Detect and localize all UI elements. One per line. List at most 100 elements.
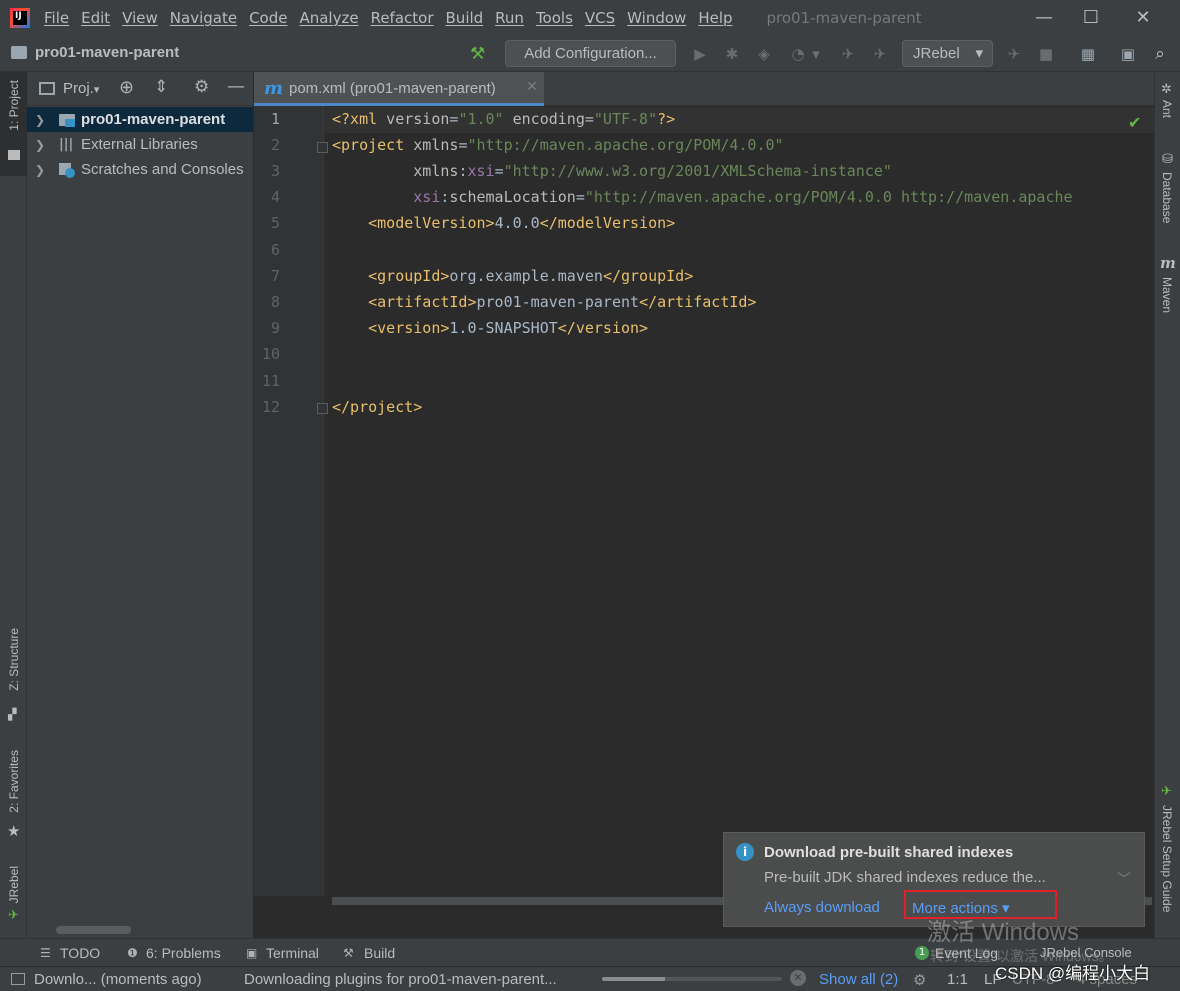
ant-tool-tab[interactable]: Ant (1160, 100, 1174, 118)
right-tool-strip: ✲ Ant ⛁ Database m Maven ✈ JRebel Setup … (1154, 72, 1180, 938)
tab-pom-xml[interactable]: m pom.xml (pro01-maven-parent) ✕ (254, 72, 544, 106)
menu-file[interactable]: File (44, 9, 69, 27)
jrebel-run-icon[interactable]: ✈ (838, 44, 858, 64)
todo-icon: ☰ (40, 946, 51, 960)
debug-icon[interactable]: ✱ (722, 44, 742, 64)
menu-edit[interactable]: Edit (81, 9, 110, 27)
progress-fill (602, 977, 665, 981)
line-number: 4 (270, 188, 280, 206)
jrebel-update-icon[interactable]: ✈ (1004, 44, 1024, 64)
project-horizontal-scrollbar[interactable] (56, 926, 131, 934)
chevron-right-icon[interactable]: ❯ (35, 138, 49, 152)
status-toggle-icon[interactable] (11, 973, 25, 985)
project-structure-icon[interactable]: ▦ (1078, 44, 1098, 64)
code-line-1: <?xml version="1.0" encoding="UTF-8"?> (332, 110, 676, 128)
jrebel-select[interactable]: JRebel (902, 40, 993, 67)
line-number: 1 (270, 110, 280, 128)
breadcrumb-project[interactable]: pro01-maven-parent (35, 44, 179, 61)
jrebel-icon: ✈ (1161, 784, 1172, 799)
favorites-tool-tab[interactable]: 2: Favorites (7, 750, 21, 813)
tree-item-external-libraries[interactable]: ❯ ||| External Libraries (27, 132, 253, 157)
todo-tool-tab[interactable]: TODO (60, 945, 100, 961)
close-icon[interactable]: ✕ (526, 79, 538, 95)
menu-view[interactable]: View (122, 9, 158, 27)
line-number: 8 (270, 293, 280, 311)
progress-bar (602, 977, 782, 981)
jrebel-tool-tab[interactable]: JRebel (7, 866, 21, 903)
run-icon[interactable]: ▶ (690, 44, 710, 64)
close-window-button[interactable]: ✕ (1120, 0, 1166, 36)
maven-file-icon: m (264, 78, 284, 99)
project-tool-tab[interactable]: 1: Project (0, 72, 27, 176)
menu-tools[interactable]: Tools (536, 9, 573, 27)
menu-bar: IJ File Edit View Navigate Code Analyze … (0, 0, 1180, 36)
tree-item-project[interactable]: ❯ pro01-maven-parent (27, 107, 253, 132)
structure-icon: ▞ (8, 708, 17, 721)
project-tool-label: 1: Project (7, 80, 21, 131)
folder-icon (8, 150, 20, 160)
line-number: 6 (270, 241, 280, 259)
jrebel-setup-guide-tab[interactable]: JRebel Setup Guide (1160, 805, 1174, 912)
code-line-12: </project> (332, 398, 423, 416)
maven-icon: m (1160, 254, 1176, 272)
coverage-icon[interactable]: ◈ (754, 44, 774, 64)
code-line-7: <groupId>org.example.maven</groupId> (368, 267, 694, 285)
line-number: 12 (261, 398, 280, 416)
tree-item-scratches[interactable]: ❯ Scratches and Consoles (27, 157, 253, 182)
indexing-icon: ⚙ (913, 972, 927, 989)
code-line-9: <version>1.0-SNAPSHOT</version> (368, 319, 649, 337)
project-view-icon (39, 82, 55, 95)
structure-tool-tab[interactable]: Z: Structure (7, 628, 21, 691)
terminal-icon: ▣ (246, 946, 258, 960)
window-title: pro01-maven-parent (766, 9, 922, 27)
menu-help[interactable]: Help (698, 9, 732, 27)
add-configuration-button[interactable]: Add Configuration... (505, 40, 676, 67)
menu-run[interactable]: Run (495, 9, 524, 27)
menu-vcs[interactable]: VCS (585, 9, 615, 27)
jrebel-icon: ✈ (8, 908, 19, 923)
build-tool-tab[interactable]: Build (364, 945, 395, 961)
menu-navigate[interactable]: Navigate (170, 9, 237, 27)
caret-position[interactable]: 1:1 (947, 971, 968, 988)
inspection-ok-icon[interactable]: ✔ (1128, 113, 1141, 132)
minimize-button[interactable]: — (1021, 0, 1067, 36)
fold-marker-icon[interactable] (317, 403, 328, 414)
line-number: 5 (270, 214, 280, 232)
chevron-down-icon[interactable]: ▾ (810, 44, 822, 64)
collapse-all-icon[interactable]: ⇕ (154, 77, 168, 97)
jrebel-debug-icon[interactable]: ✈ (870, 44, 890, 64)
fold-marker-icon[interactable] (317, 142, 328, 153)
star-icon: ★ (7, 822, 21, 840)
maximize-button[interactable]: ☐ (1068, 0, 1114, 36)
terminal-tool-tab[interactable]: Terminal (266, 945, 319, 961)
tab-label: pom.xml (pro01-maven-parent) (289, 80, 496, 97)
menu-code[interactable]: Code (249, 9, 287, 27)
line-number: 3 (270, 162, 280, 180)
menu-build[interactable]: Build (446, 9, 484, 27)
menu-window[interactable]: Window (627, 9, 686, 27)
build-hammer-icon[interactable]: ⚒ (470, 44, 485, 64)
always-download-link[interactable]: Always download (764, 899, 880, 916)
hide-panel-icon[interactable]: — (227, 76, 245, 97)
search-icon[interactable]: ⌕ (1150, 44, 1170, 64)
show-all-tasks-link[interactable]: Show all (2) (819, 971, 898, 988)
background-task-label[interactable]: Downloading plugins for pro01-maven-pare… (244, 971, 557, 988)
maven-tool-tab[interactable]: Maven (1160, 277, 1174, 313)
csdn-watermark: CSDN @编程小大白 (995, 964, 1151, 983)
gear-icon[interactable]: ⚙ (194, 77, 209, 97)
menu-analyze[interactable]: Analyze (299, 9, 358, 27)
problems-tool-tab[interactable]: 6: Problems (146, 945, 221, 961)
cancel-task-icon[interactable]: ✕ (790, 970, 806, 986)
menu-refactor[interactable]: Refactor (371, 9, 434, 27)
stop-icon[interactable]: ■ (1036, 44, 1056, 64)
status-message[interactable]: Downlo... (moments ago) (34, 971, 202, 988)
profile-icon[interactable]: ◔ (788, 44, 808, 64)
presentation-icon[interactable]: ▣ (1118, 44, 1138, 64)
project-view-select[interactable]: Proj.▾ (63, 80, 99, 97)
locate-icon[interactable]: ⊕ (119, 77, 134, 98)
chevron-down-icon[interactable]: ﹀ (1117, 869, 1131, 889)
database-tool-tab[interactable]: Database (1160, 172, 1174, 223)
chevron-right-icon[interactable]: ❯ (35, 113, 49, 127)
problems-icon: ❶ (127, 946, 138, 960)
chevron-right-icon[interactable]: ❯ (35, 163, 49, 177)
